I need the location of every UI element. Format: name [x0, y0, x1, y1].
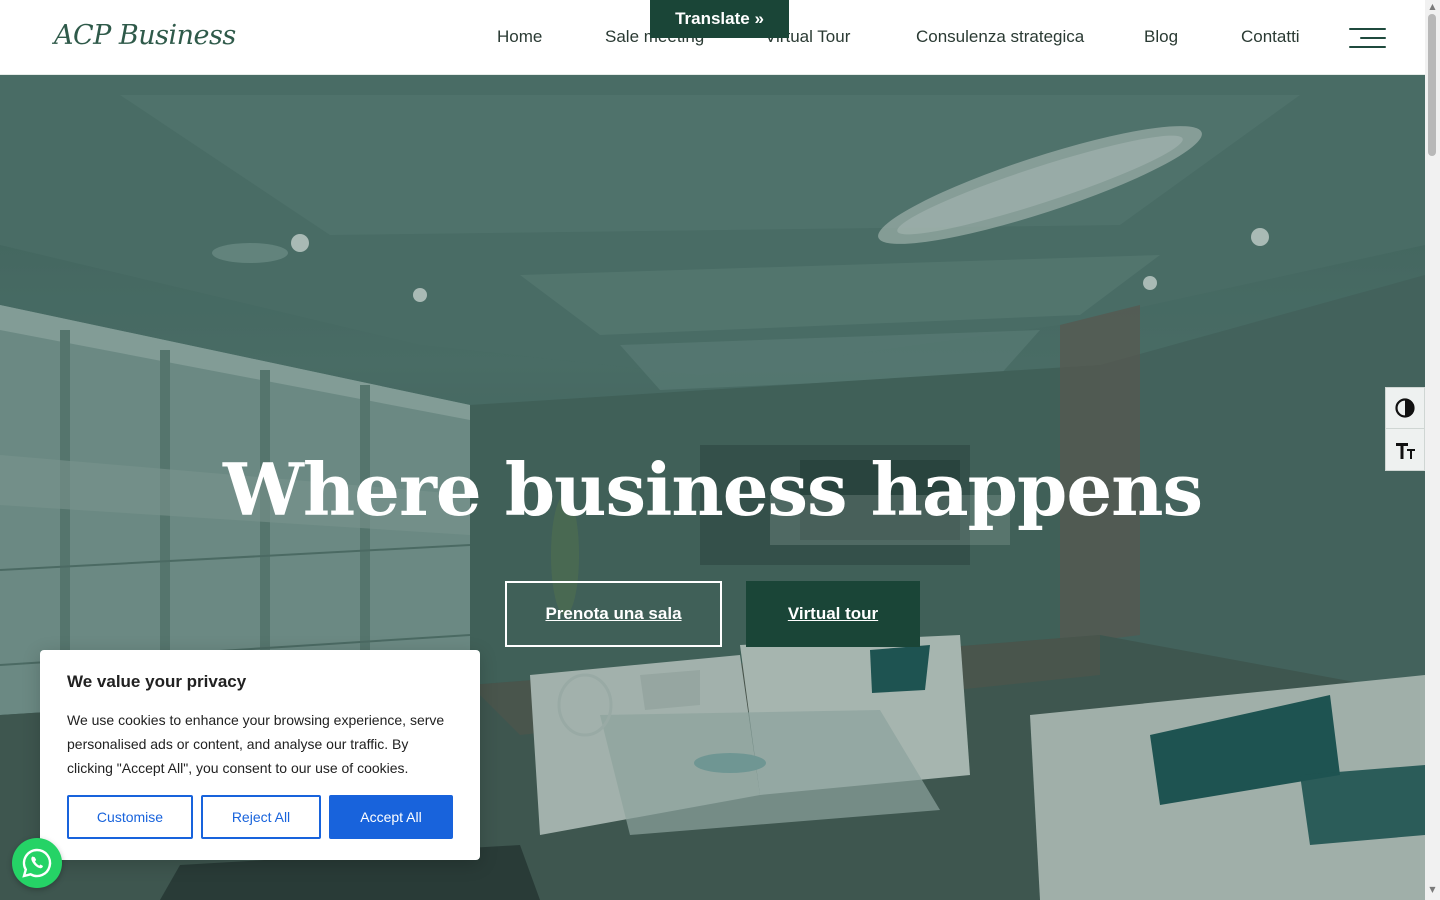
site-logo[interactable]: ACP Business	[54, 20, 236, 51]
customise-button[interactable]: Customise	[67, 795, 193, 839]
scroll-thumb[interactable]	[1428, 14, 1436, 156]
scroll-up-icon[interactable]: ▲	[1428, 3, 1437, 11]
cookie-consent-banner: We value your privacy We use cookies to …	[40, 650, 480, 860]
font-size-icon[interactable]	[1386, 429, 1424, 470]
nav-item-blog[interactable]: Blog	[1144, 27, 1178, 47]
page-scrollbar[interactable]: ▲ ▼	[1425, 0, 1440, 900]
cookie-title: We value your privacy	[67, 672, 247, 691]
nav-item-home[interactable]: Home	[497, 27, 542, 47]
hero-title: Where business happens	[222, 447, 1203, 532]
contrast-icon[interactable]	[1386, 388, 1424, 429]
book-room-button[interactable]: Prenota una sala	[505, 581, 722, 647]
whatsapp-icon[interactable]	[12, 838, 62, 888]
cookie-description: We use cookies to enhance your browsing …	[67, 712, 445, 776]
virtual-tour-button[interactable]: Virtual tour	[746, 581, 920, 647]
scroll-down-icon[interactable]: ▼	[1428, 886, 1437, 894]
hamburger-menu-icon[interactable]	[1349, 26, 1386, 50]
reject-all-button[interactable]: Reject All	[201, 795, 321, 839]
translate-button[interactable]: Translate »	[650, 0, 789, 38]
accessibility-toolbar	[1385, 387, 1425, 471]
accept-all-button[interactable]: Accept All	[329, 795, 453, 839]
nav-item-consulenza-strategica[interactable]: Consulenza strategica	[916, 27, 1084, 47]
nav-item-contatti[interactable]: Contatti	[1241, 27, 1300, 47]
